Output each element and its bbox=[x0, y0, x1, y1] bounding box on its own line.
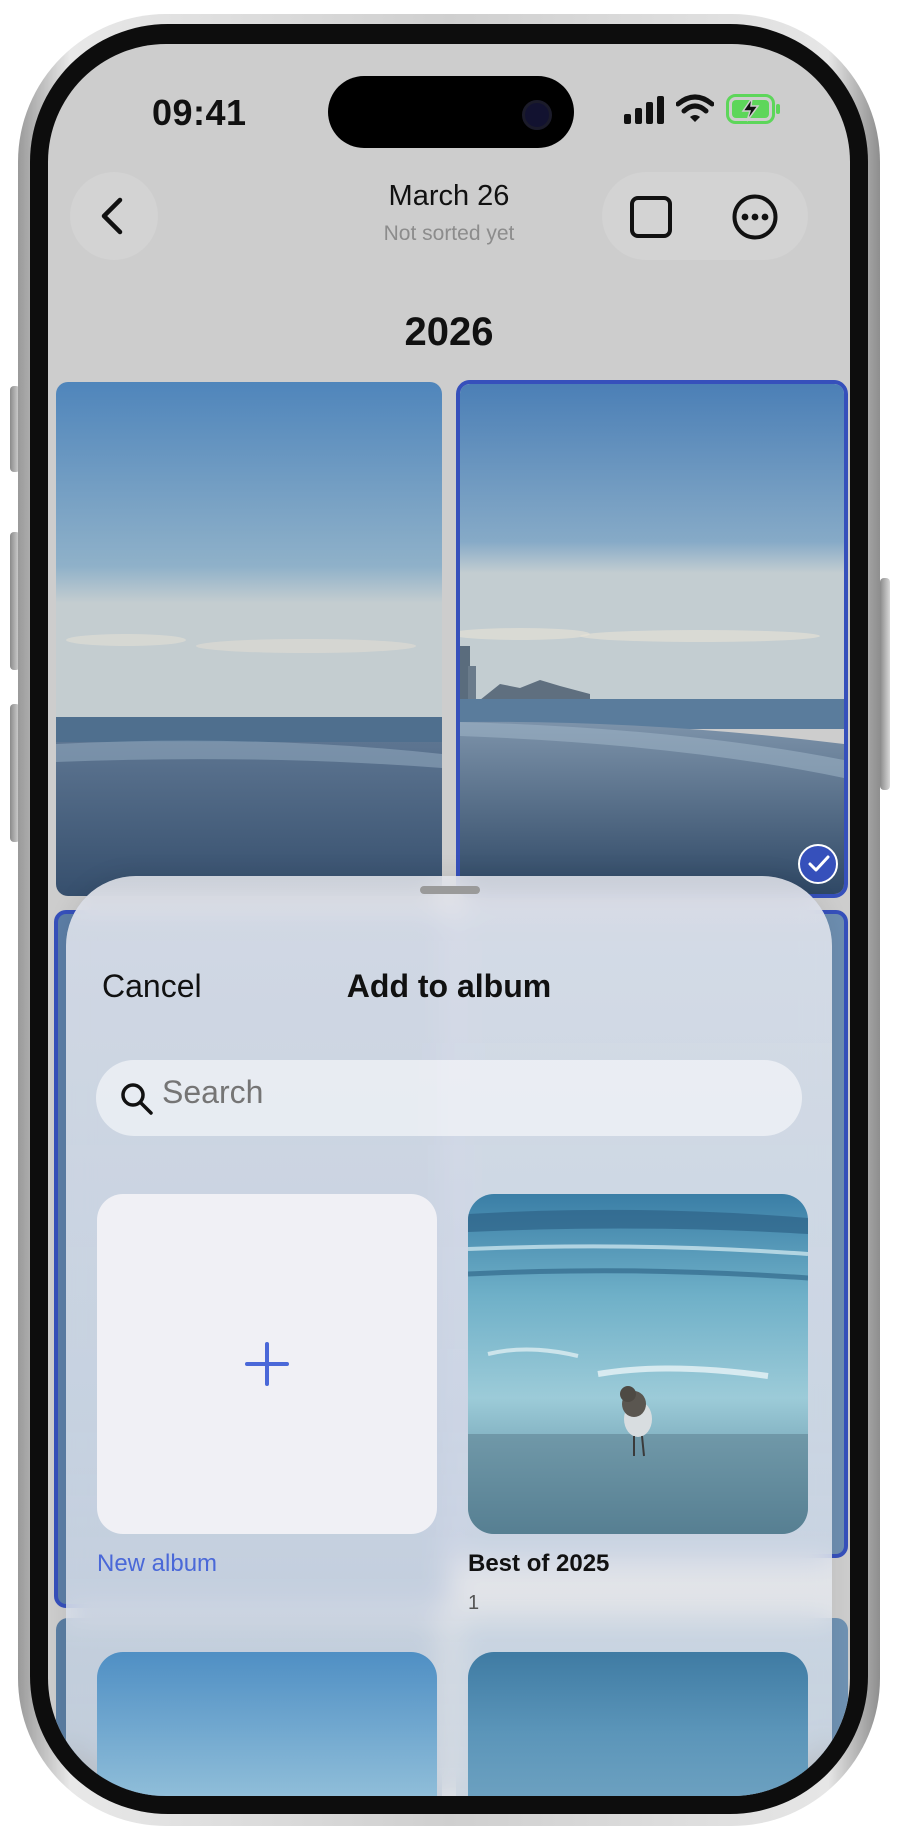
status-time: 09:41 bbox=[152, 92, 247, 133]
beach-city-photo bbox=[460, 384, 844, 894]
search-icon bbox=[121, 1083, 153, 1115]
photo-tile-selected[interactable] bbox=[456, 380, 848, 898]
back-button[interactable] bbox=[70, 172, 158, 260]
album-tile[interactable] bbox=[468, 1652, 808, 1796]
page-subtitle: Not sorted yet bbox=[383, 222, 515, 245]
add-to-album-sheet: Cancel Add to album New album bbox=[66, 876, 832, 1796]
search-input[interactable] bbox=[162, 1074, 722, 1111]
wifi-icon bbox=[676, 94, 714, 122]
power-button bbox=[880, 578, 890, 790]
sheet-grabber[interactable] bbox=[420, 886, 480, 894]
ellipsis-circle-icon bbox=[732, 194, 778, 240]
sheet-title: Add to album bbox=[346, 968, 552, 1004]
cellular-signal-icon bbox=[624, 96, 664, 124]
photo-tile[interactable] bbox=[56, 382, 442, 896]
album-count: 1 bbox=[468, 1592, 480, 1614]
page-title: March 26 bbox=[388, 180, 510, 212]
square-icon bbox=[630, 196, 672, 238]
plus-icon bbox=[245, 1342, 289, 1386]
new-album-label[interactable]: New album bbox=[97, 1550, 217, 1578]
section-year: 2026 bbox=[404, 310, 494, 354]
beach-photo bbox=[56, 382, 442, 896]
album-name[interactable]: Best of 2025 bbox=[468, 1550, 609, 1578]
more-button[interactable] bbox=[728, 190, 782, 244]
album-tile[interactable] bbox=[468, 1194, 808, 1534]
chevron-left-icon bbox=[101, 197, 123, 235]
select-button[interactable] bbox=[624, 190, 678, 244]
checkmark-icon bbox=[808, 855, 830, 872]
bird-on-beach-photo bbox=[468, 1194, 808, 1534]
new-album-tile[interactable] bbox=[97, 1194, 437, 1534]
cancel-button[interactable]: Cancel bbox=[102, 968, 202, 1005]
album-tile[interactable] bbox=[97, 1652, 437, 1796]
battery-charging-icon bbox=[726, 94, 780, 124]
front-camera bbox=[522, 100, 552, 130]
screen: 09:41 March 26 Not sorted yet 2026 Cance… bbox=[48, 44, 850, 1796]
